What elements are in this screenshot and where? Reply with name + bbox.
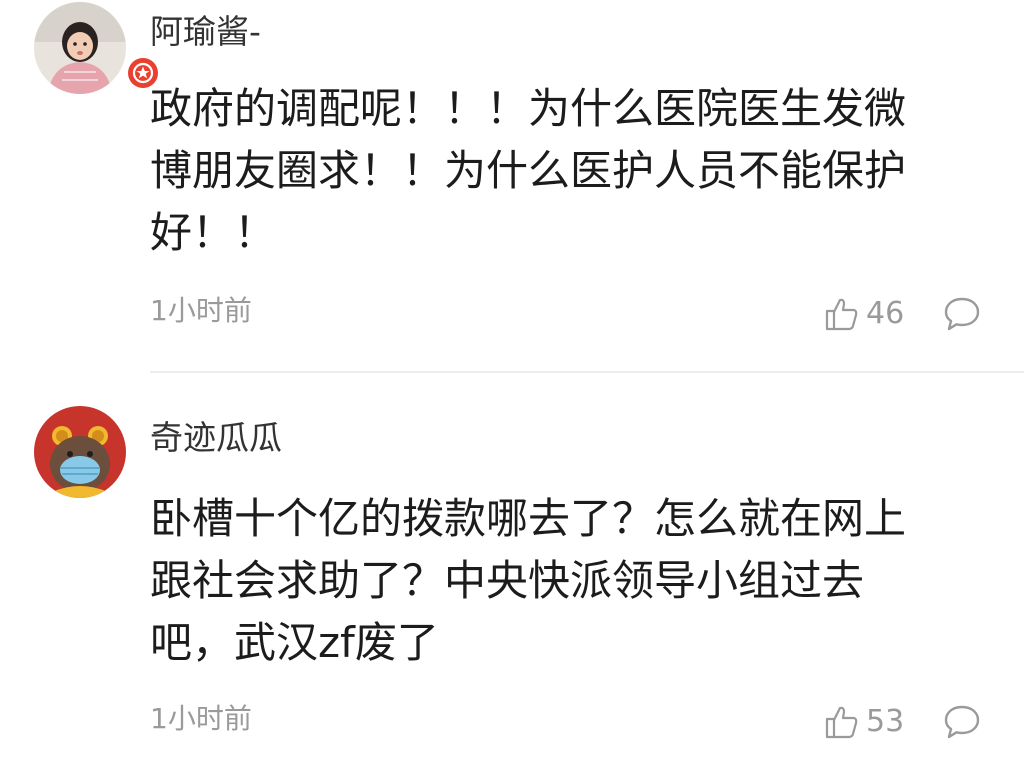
- comment-item: 奇迹瓜瓜 卧槽十个亿的拨款哪去了？怎么就在网上 跟社会求助了？中央快派领导小组过…: [0, 400, 1024, 777]
- comment-text-line: 吧，武汉zf废了: [150, 618, 439, 667]
- avatar[interactable]: [34, 406, 126, 498]
- like-button[interactable]: 53: [824, 702, 904, 742]
- comment-text-line: 跟社会求助了？中央快派领导小组过去: [150, 556, 865, 605]
- reply-icon: [944, 705, 980, 739]
- reply-button[interactable]: [942, 294, 982, 334]
- username[interactable]: 奇迹瓜瓜: [150, 418, 282, 458]
- reply-icon: [944, 297, 980, 331]
- avatar[interactable]: [34, 2, 161, 94]
- comment-text-line: 博朋友圈求！！为什么医护人员不能保护: [150, 146, 907, 195]
- username[interactable]: 阿瑜酱-: [150, 12, 261, 52]
- comment-text-line: 卧槽十个亿的拨款哪去了？怎么就在网上: [150, 494, 907, 543]
- thumbs-up-icon: [825, 706, 858, 739]
- comment-text-line: 好！！: [150, 208, 277, 257]
- thumbs-up-icon: [825, 298, 858, 331]
- comment-text: 卧槽十个亿的拨款哪去了？怎么就在网上 跟社会求助了？中央快派领导小组过去 吧，武…: [150, 488, 990, 674]
- divider: [150, 371, 1024, 373]
- like-count: 53: [866, 704, 905, 739]
- comment-item: 阿瑜酱- 政府的调配呢！！！为什么医院医生发微 博朋友圈求！！为什么医护人员不能…: [0, 0, 1024, 370]
- reply-button[interactable]: [942, 702, 982, 742]
- comment-text: 政府的调配呢！！！为什么医院医生发微 博朋友圈求！！为什么医护人员不能保护 好！…: [150, 78, 990, 264]
- like-button[interactable]: 46: [824, 294, 904, 334]
- comment-text-line: 政府的调配呢！！！为什么医院医生发微: [150, 84, 907, 133]
- like-count: 46: [866, 296, 905, 331]
- timestamp: 1小时前: [150, 294, 252, 327]
- timestamp: 1小时前: [150, 702, 252, 735]
